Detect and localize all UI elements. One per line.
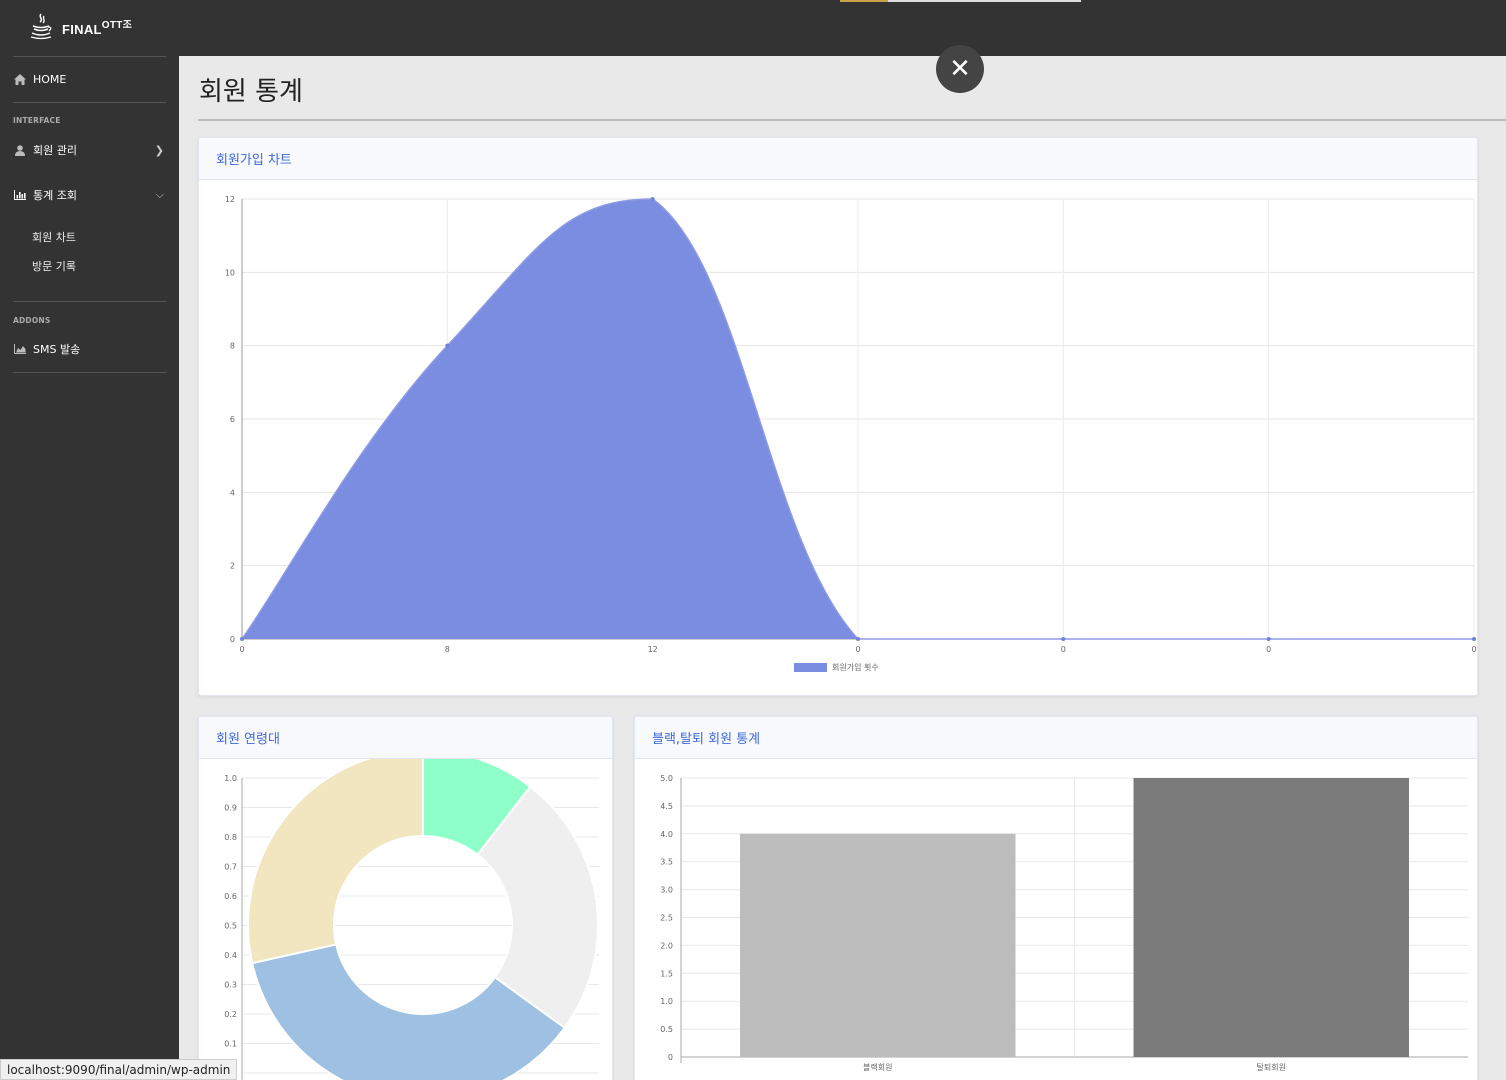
brand-link[interactable]: FINALOTT조 [28,12,132,40]
y-tick-label: 0.3 [224,981,237,990]
data-point [1061,637,1066,641]
y-tick-label: 1.0 [224,774,237,783]
bar [740,833,1016,1057]
x-tick-label: 12 [648,645,658,654]
user-icon [13,144,27,156]
sidebar-heading-interface: INTERFACE [13,116,61,125]
bar-chart-icon [13,190,27,200]
y-tick-label: 0.5 [660,1025,673,1034]
y-tick-label: 1.0 [660,997,673,1006]
sidebar-item-label: HOME [33,72,67,86]
y-tick-label: 3.5 [660,858,673,867]
x-tick-label: 0 [855,645,860,654]
y-tick-label: 0.7 [224,863,237,872]
x-tick-label: 블랙회원 [863,1062,892,1072]
y-tick-label: 12 [225,195,235,204]
card-title: 회원 연령대 [199,717,612,759]
top-accent-bar-light [888,0,1081,2]
sidebar-divider [13,301,166,302]
signup-chart-card: 회원가입 차트 0 2 4 6 8 10 12 0 8 12 0 0 0 0 회원가입 횟수 [198,137,1478,696]
home-icon [13,73,27,85]
y-tick-label: 4.5 [660,802,673,811]
data-point [856,637,860,641]
age-donut-chart: 00.10.20.30.40.50.60.70.80.91.0 [224,759,599,1080]
sidebar-item-sms[interactable]: SMS 발송 [13,337,166,361]
y-tick-label: 4.0 [660,830,673,839]
y-tick-label: 10 [225,268,235,277]
data-point [1266,637,1271,641]
close-icon: ✕ [949,54,971,84]
chevron-down-icon: ⌵ [155,188,164,201]
status-bar-url: localhost:9090/final/admin/wp-admin [0,1059,238,1080]
title-divider [198,119,1506,121]
y-tick-label: 0.2 [224,1010,237,1019]
page-title: 회원 통계 [199,77,303,107]
y-tick-label: 3.0 [660,886,673,895]
sidebar-divider [13,56,166,57]
y-tick-label: 0.8 [224,833,237,842]
area-chart-icon [13,344,27,354]
donut-slice [247,759,424,965]
sidebar-divider [13,372,166,373]
y-tick-label: 0.6 [224,892,237,901]
data-point [240,637,244,641]
sidebar-item-home[interactable]: HOME [13,67,166,91]
y-tick-label: 2.5 [660,914,673,923]
y-tick-label: 2.0 [660,941,673,950]
y-tick-label: 1.5 [660,969,673,978]
sidebar-divider [13,102,166,103]
card-title: 블랙,탈퇴 회원 통계 [635,717,1477,759]
sidebar-item-label: 통계 조회 [33,189,77,202]
x-tick-label: 0 [239,645,244,654]
y-tick-label: 0.1 [224,1040,237,1049]
y-tick-label: 6 [230,415,235,424]
y-tick-label: 5.0 [660,774,673,783]
close-button[interactable]: ✕ [936,45,984,93]
y-tick-label: 4 [230,488,235,497]
data-point [1472,637,1476,641]
legend-swatch [794,663,827,672]
y-tick-label: 0 [668,1053,673,1062]
x-tick-label: 탈퇴회원 [1257,1062,1286,1072]
y-tick-label: 2 [230,562,235,571]
sidebar-item-member-management[interactable]: 회원 관리 ❯ [13,138,166,162]
black-withdraw-chart-card: 블랙,탈퇴 회원 통계 0 0.5 1.0 1.5 2.0 2.5 3.0 3.5 4.0 4.5… [634,716,1478,1080]
x-tick-label: 0 [1061,645,1066,654]
sidebar-item-statistics[interactable]: 통계 조회 ⌵ [13,183,166,207]
java-cup-icon [30,13,52,40]
sidebar-item-label: 회원 관리 [33,144,77,157]
sidebar-item-label: SMS 발송 [33,343,81,356]
y-tick-label: 8 [230,342,235,351]
top-accent-bar [840,0,888,2]
sidebar-subitem-member-chart[interactable]: 회원 차트 [32,229,76,245]
legend-label: 회원가입 횟수 [832,662,879,672]
black-withdraw-bar-chart: 0 0.5 1.0 1.5 2.0 2.5 3.0 3.5 4.0 4.5 5.0 블랙회원 탈퇴회원 [660,774,1468,1072]
data-point [650,197,655,201]
x-tick-label: 0 [1266,645,1271,654]
y-tick-label: 0 [230,635,235,644]
card-title: 회원가입 차트 [199,138,1477,180]
chevron-right-icon: ❯ [154,143,164,157]
age-chart-card: 회원 연령대 00.10.20.30.40.50.60.70.80.91.0 [198,716,613,1080]
top-navbar: FINALOTT조 [0,0,1506,56]
y-tick-label: 0.5 [224,922,237,931]
sidebar: HOME INTERFACE 회원 관리 ❯ 통계 조회 ⌵ 회원 차트 방문 … [0,56,179,1080]
brand-name: FINALOTT조 [62,19,133,37]
y-tick-label: 0.9 [224,804,237,813]
y-tick-label: 0.4 [224,951,237,960]
x-tick-label: 8 [445,645,450,654]
sidebar-heading-addons: ADDONS [13,316,51,325]
x-tick-label: 0 [1471,645,1476,654]
bar [1133,778,1409,1057]
signup-area-chart: 0246810120 8 12 0 0 0 0회원가입 횟수 [225,195,1477,672]
sidebar-subitem-visit-log[interactable]: 방문 기록 [32,258,76,274]
data-point [445,343,450,348]
